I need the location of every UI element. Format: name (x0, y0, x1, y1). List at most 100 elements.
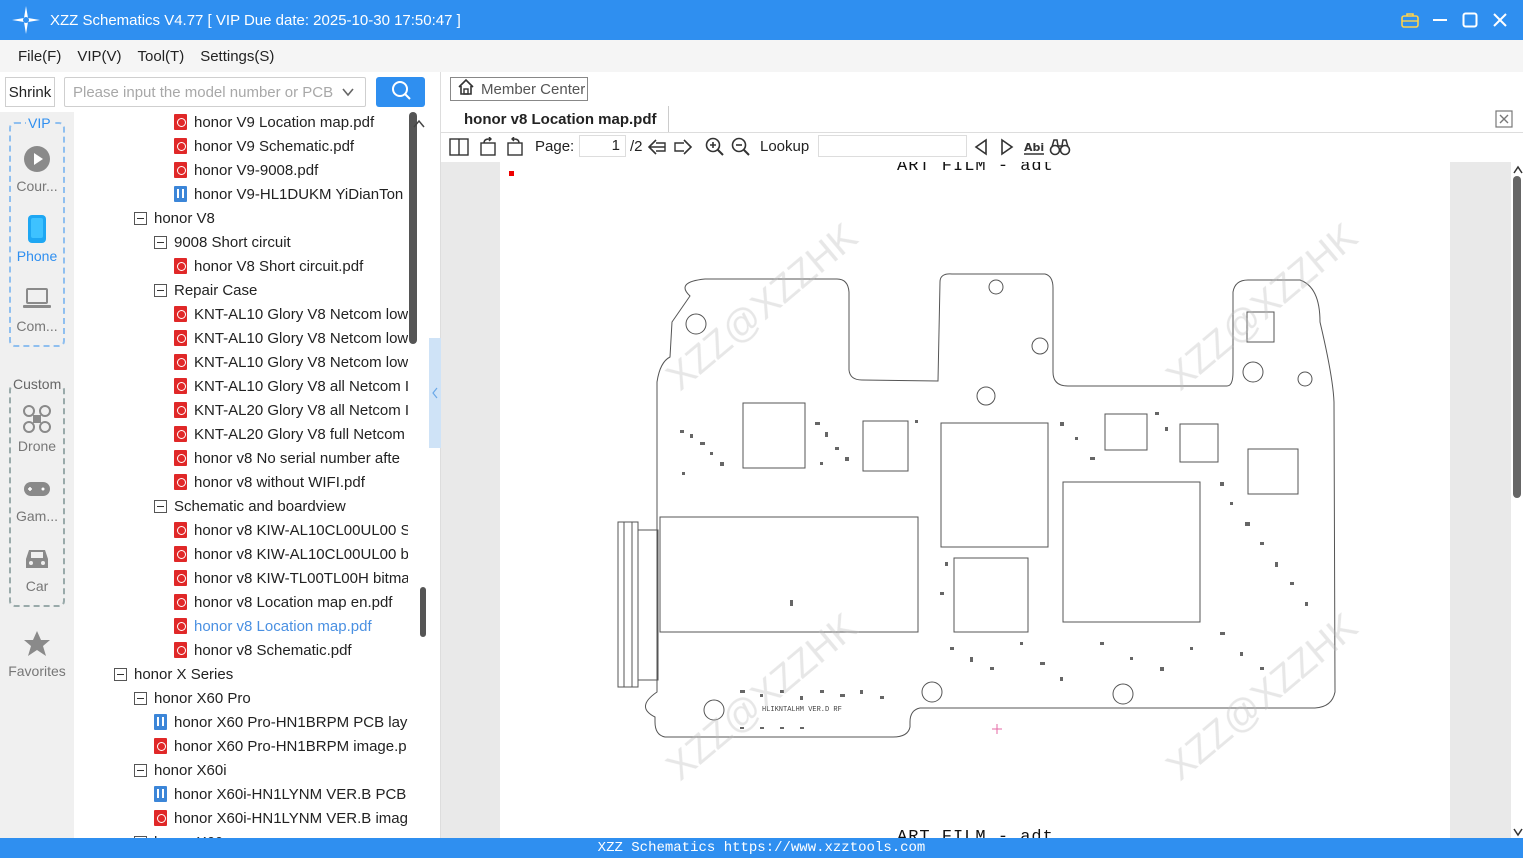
tree-file[interactable]: KNT-AL20 Glory V8 full Netcom (174, 422, 405, 446)
rail-item-favorites[interactable]: Favorites (0, 629, 74, 679)
tree-file[interactable]: honor v8 Schematic.pdf (174, 638, 352, 662)
tree-scrollbar[interactable] (408, 112, 428, 838)
tree-folder[interactable]: Schematic and boardview (154, 494, 346, 518)
zoom-out-icon[interactable] (730, 136, 752, 158)
tree-file[interactable]: honor V9-9008.pdf (174, 158, 318, 182)
tree-file[interactable]: honor X60 Pro-HN1BRPM image.p (154, 734, 407, 758)
tree-folder[interactable]: honor X60 Pro (134, 686, 251, 710)
rotate-left-icon[interactable] (477, 136, 499, 158)
rail-item-phone[interactable]: Phone (0, 214, 74, 264)
find-previous-icon[interactable] (970, 136, 992, 158)
rotate-right-icon[interactable] (504, 136, 526, 158)
tree-file[interactable]: honor v8 KIW-TL00TL00H bitma (174, 566, 408, 590)
tree-file[interactable]: honor v8 KIW-AL10CL00UL00 bi (174, 542, 408, 566)
sidebar-toggle-icon[interactable] (448, 136, 470, 158)
match-case-icon[interactable]: Abi (1023, 136, 1045, 158)
scroll-up-arrow-icon (1513, 165, 1523, 174)
collapse-box-icon (134, 691, 147, 705)
rail-item-drone[interactable]: Drone (0, 404, 74, 454)
tree-file[interactable]: honor v8 Location map en.pdf (174, 590, 392, 614)
tree-file[interactable]: honor X60i-HN1LYNM VER.B PCB l (154, 782, 408, 806)
phone-icon (22, 214, 52, 244)
category-rail: VIP Custom Cour... Phone Com... Drone Ga… (0, 112, 74, 838)
menu-vip[interactable]: VIP(V) (77, 48, 121, 65)
tab-divider (441, 132, 1523, 133)
close-icon[interactable] (1489, 9, 1511, 31)
search-input[interactable]: Please input the model number or PCB (64, 77, 366, 107)
tree-label: honor X60 Pro-HN1BRPM PCB laye (174, 713, 408, 731)
next-page-icon[interactable] (672, 136, 694, 158)
tree-folder[interactable]: honor X60i (134, 758, 227, 782)
tree-scroll-thumb-secondary[interactable] (420, 587, 426, 637)
tree-file[interactable]: honor v8 No serial number afte (174, 446, 400, 470)
tree-file[interactable]: honor V9 Location map.pdf (174, 112, 374, 134)
custom-group-label: Custom (12, 376, 63, 392)
lookup-input[interactable] (818, 135, 967, 157)
panel-splitter-handle[interactable] (429, 338, 441, 448)
pdf-file-icon (174, 378, 187, 394)
rail-item-car[interactable]: Car (0, 544, 74, 594)
find-next-icon[interactable] (996, 136, 1018, 158)
svg-text:Abi: Abi (1024, 141, 1044, 154)
viewer-scroll-thumb[interactable] (1513, 176, 1521, 498)
rail-label: Car (25, 578, 49, 594)
menu-file[interactable]: File(F) (18, 48, 61, 65)
tree-label: honor v8 Location map en.pdf (194, 593, 393, 611)
tree-file[interactable]: KNT-AL10 Glory V8 all Netcom I (174, 374, 408, 398)
tree-label: honor v8 Schematic.pdf (194, 641, 352, 659)
tree-label: KNT-AL10 Glory V8 all Netcom I (194, 377, 408, 395)
shrink-button[interactable]: Shrink (5, 77, 55, 107)
pdf-file-icon (174, 114, 187, 130)
tree-label: 9008 Short circuit (174, 233, 291, 251)
tree-folder[interactable]: honor V8 (134, 206, 215, 230)
tree-file[interactable]: KNT-AL10 Glory V8 Netcom low (174, 350, 408, 374)
collapse-box-icon (134, 211, 147, 225)
tree-file[interactable]: honor v8 KIW-AL10CL00UL00 Sl (174, 518, 408, 542)
tree-folder[interactable]: honor X60 (134, 830, 223, 838)
viewer-scrollbar[interactable] (1511, 162, 1523, 838)
tree-file[interactable]: honor X60i-HN1LYNM VER.B imag (154, 806, 408, 830)
tree-file[interactable]: honor v8 Location map.pdf (174, 614, 372, 638)
chevron-down-icon[interactable] (341, 85, 355, 103)
tree-scroll-thumb[interactable] (409, 112, 417, 344)
search-button[interactable] (376, 77, 425, 107)
menu-tool[interactable]: Tool(T) (138, 48, 185, 65)
minimize-icon[interactable] (1429, 9, 1451, 31)
close-document-icon[interactable] (1495, 110, 1513, 132)
menu-settings[interactable]: Settings(S) (200, 48, 274, 65)
zoom-in-icon[interactable] (704, 136, 726, 158)
rail-item-computer[interactable]: Com... (0, 284, 74, 334)
pdf-viewer[interactable]: ART FILM - adt HLIKNTALHM VER.D RF XZZ@X… (441, 162, 1523, 838)
tree-label: honor X60i-HN1LYNM VER.B imag (174, 809, 408, 827)
vip-briefcase-icon[interactable] (1399, 9, 1421, 31)
rail-item-game[interactable]: Gam... (0, 474, 74, 524)
tree-file[interactable]: honor V8 Short circuit.pdf (174, 254, 363, 278)
pdf-file-icon (154, 810, 167, 826)
tree-folder[interactable]: 9008 Short circuit (154, 230, 291, 254)
tree-folder[interactable]: Repair Case (154, 278, 257, 302)
tree-file[interactable]: KNT-AL10 Glory V8 Netcom low (174, 302, 408, 326)
tree-file[interactable]: KNT-AL10 Glory V8 Netcom low (174, 326, 408, 350)
scroll-up-arrow-icon[interactable] (413, 116, 425, 133)
collapse-box-icon (114, 667, 127, 681)
previous-page-icon[interactable] (646, 136, 668, 158)
tree-folder[interactable]: honor X Series (114, 662, 233, 686)
tree-file[interactable]: honor V9-HL1DUKM YiDianTon (174, 182, 403, 206)
rail-item-course[interactable]: Cour... (0, 144, 74, 194)
tree-label: honor X60i-HN1LYNM VER.B PCB l (174, 785, 408, 803)
maximize-icon[interactable] (1459, 9, 1481, 31)
search-placeholder: Please input the model number or PCB (73, 83, 334, 101)
title-bar: XZZ Schematics V4.77 [ VIP Due date: 202… (0, 0, 1523, 40)
pcb-file-icon (154, 786, 167, 802)
tree-file[interactable]: honor v8 without WIFI.pdf (174, 470, 365, 494)
find-binoculars-icon[interactable] (1049, 136, 1071, 158)
tree-file[interactable]: honor V9 Schematic.pdf (174, 134, 354, 158)
tab-document[interactable]: honor v8 Location map.pdf (455, 106, 669, 132)
star-icon (22, 629, 52, 659)
tree-file[interactable]: honor X60 Pro-HN1BRPM PCB laye (154, 710, 408, 734)
member-center-button[interactable]: Member Center (450, 77, 588, 101)
pdf-file-icon (174, 474, 187, 490)
page-number-input[interactable]: 1 (579, 135, 626, 157)
tree-label: honor X60 Pro (154, 689, 251, 707)
tree-file[interactable]: KNT-AL20 Glory V8 all Netcom I (174, 398, 408, 422)
